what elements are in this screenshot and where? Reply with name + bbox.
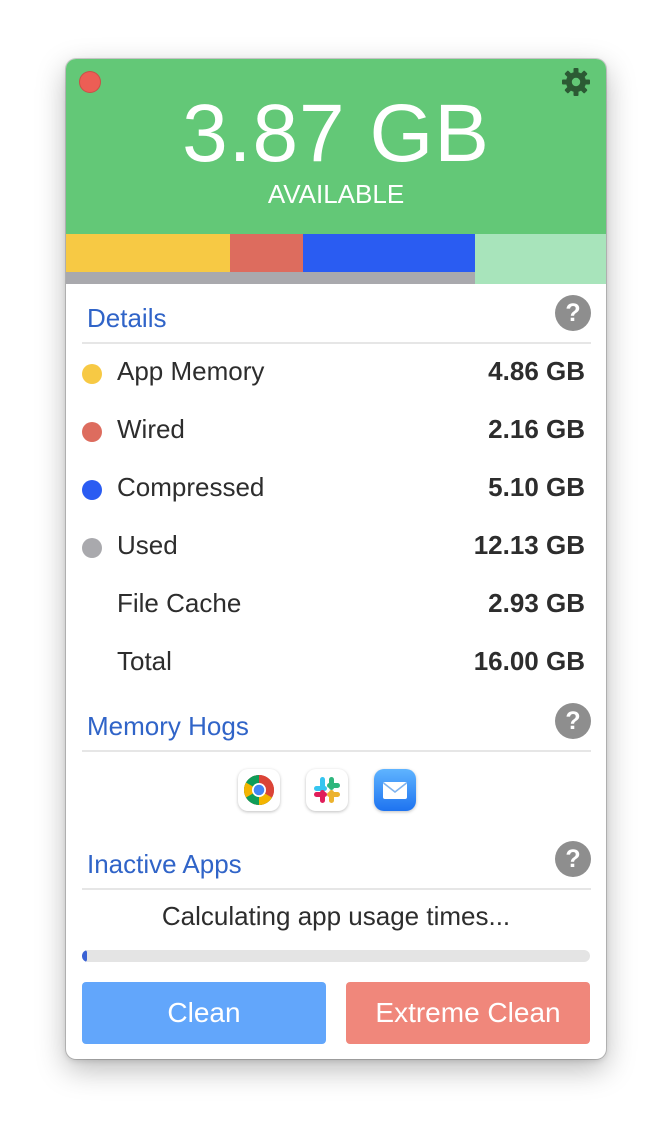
detail-row-compressed: Compressed 5.10 GB — [82, 460, 585, 518]
usage-progress-bar — [82, 950, 590, 962]
used-dot-icon — [82, 538, 102, 558]
memory-hogs-help-icon[interactable]: ? — [555, 703, 591, 739]
available-memory-header: 3.87 GB AVAILABLE — [66, 59, 606, 234]
details-help-icon[interactable]: ? — [555, 295, 591, 331]
inactive-apps-header: Inactive Apps ? — [82, 838, 591, 890]
detail-label: Wired — [117, 414, 185, 444]
memory-usage-bar — [66, 234, 606, 284]
memory-cleaner-window: 3.87 GB AVAILABLE Details ? App Memory 4… — [66, 59, 606, 1059]
detail-row-app-memory: App Memory 4.86 GB — [82, 344, 585, 402]
detail-value: 12.13 GB — [473, 530, 585, 560]
detail-label: Total — [117, 646, 172, 676]
detail-value: 5.10 GB — [488, 472, 585, 502]
detail-label: Used — [117, 530, 178, 560]
available-label: AVAILABLE — [267, 179, 405, 209]
detail-row-wired: Wired 2.16 GB — [82, 402, 585, 460]
detail-value: 2.16 GB — [488, 414, 585, 444]
detail-label: File Cache — [117, 588, 242, 618]
memory-hogs-list — [66, 769, 606, 813]
used-strip — [66, 272, 476, 284]
extreme-clean-button[interactable]: Extreme Clean — [346, 982, 590, 1044]
mail-icon[interactable] — [374, 769, 416, 811]
wired-segment — [230, 234, 303, 272]
compressed-segment — [302, 234, 476, 272]
memory-hogs-header: Memory Hogs ? — [82, 700, 591, 752]
detail-label: Compressed — [117, 472, 265, 502]
detail-label: App Memory — [117, 356, 265, 386]
detail-value: 16.00 GB — [473, 646, 585, 676]
detail-value: 2.93 GB — [488, 588, 585, 618]
compressed-dot-icon — [82, 480, 102, 500]
inactive-apps-title: Inactive Apps — [87, 849, 242, 879]
app-memory-segment — [66, 234, 231, 272]
usage-progress-fill — [82, 950, 88, 962]
memory-hogs-title: Memory Hogs — [87, 711, 249, 741]
details-title: Details — [87, 303, 167, 333]
slack-icon[interactable] — [306, 769, 348, 811]
chrome-icon[interactable] — [238, 769, 280, 811]
detail-value: 4.86 GB — [488, 356, 585, 386]
detail-row-file-cache: File Cache 2.93 GB — [82, 576, 585, 634]
free-segment — [475, 234, 606, 284]
detail-row-used: Used 12.13 GB — [82, 518, 585, 576]
available-memory-value: 3.87 GB — [182, 88, 490, 179]
clean-button[interactable]: Clean — [82, 982, 326, 1044]
details-header: Details ? — [82, 292, 591, 344]
inactive-apps-help-icon[interactable]: ? — [555, 841, 591, 877]
inactive-apps-status: Calculating app usage times... — [161, 901, 511, 931]
detail-row-total: Total 16.00 GB — [82, 634, 585, 692]
wired-dot-icon — [82, 422, 102, 442]
app-memory-dot-icon — [82, 364, 102, 384]
